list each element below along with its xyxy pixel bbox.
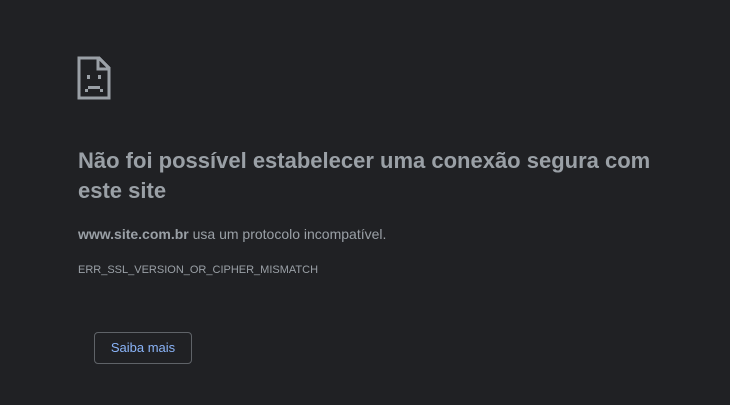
error-code: ERR_SSL_VERSION_OR_CIPHER_MISMATCH [78, 264, 319, 276]
error-description-text: usa um protocolo incompatível. [188, 226, 387, 242]
error-page: Não foi possível estabelecer uma conexão… [0, 0, 730, 405]
error-description: www.site.com.br usa um protocolo incompa… [78, 225, 386, 243]
site-domain: www.site.com.br [78, 226, 189, 242]
sad-page-icon [76, 55, 112, 101]
learn-more-button[interactable]: Saiba mais [94, 332, 192, 364]
error-title: Não foi possível estabelecer uma conexão… [78, 148, 651, 203]
